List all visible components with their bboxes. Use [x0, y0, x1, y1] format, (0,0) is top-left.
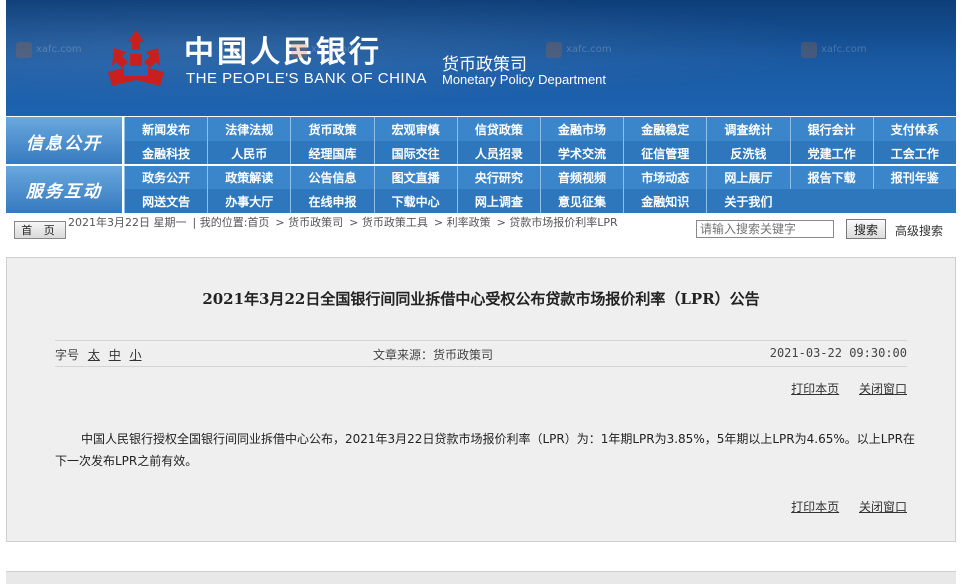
- nav-item-live[interactable]: 图文直播: [373, 165, 457, 189]
- watermark-logo: xafc.com: [291, 40, 357, 62]
- nav-item-credit-policy[interactable]: 信贷政策: [456, 117, 540, 141]
- article-title: 2021年3月22日全国银行间同业拆借中心受权公布贷款市场报价利率（LPR）公告: [202, 290, 760, 308]
- nav-item-payment-system[interactable]: 支付体系: [872, 117, 956, 141]
- watermark-icon: [546, 42, 562, 58]
- font-size-label: 字号: [55, 348, 80, 362]
- nav-item-credit-reference[interactable]: 征信管理: [623, 141, 706, 165]
- nav-item-market-dynamics[interactable]: 市场动态: [623, 165, 706, 189]
- home-button[interactable]: 首 页: [14, 221, 66, 239]
- nav-item-policy-interpretation[interactable]: 政策解读: [207, 165, 290, 189]
- divider: [55, 340, 907, 341]
- article-datetime: 2021-03-22 09:30:00: [769, 346, 907, 360]
- breadcrumb: 2021年3月22日 星期一 | 我的位置:首页 > 货币政策司 > 货币政策工具 > …: [68, 216, 618, 229]
- current-date: 2021年3月22日 星期一: [68, 216, 187, 229]
- nav-item-party-building[interactable]: 党建工作: [789, 141, 873, 165]
- article-body: 中国人民银行授权全国银行间同业拆借中心公布，2021年3月22日贷款市场报价利率…: [55, 432, 915, 468]
- nav-item-gov-affairs[interactable]: 政务公开: [124, 165, 207, 189]
- nav-item-financial-knowledge[interactable]: 金融知识: [623, 189, 706, 213]
- nav-item-international[interactable]: 国际交往: [373, 141, 457, 165]
- print-link[interactable]: 打印本页: [791, 382, 839, 396]
- pboc-emblem-icon[interactable]: [100, 28, 172, 92]
- watermark-text: xafc.com: [311, 44, 357, 55]
- footer-bar: [6, 571, 956, 584]
- nav-row-3: 政务公开 政策解读 公告信息 图文直播 央行研究 音频视频 市场动态 网上展厅 …: [124, 165, 956, 189]
- watermark-logo: xafc.com: [546, 40, 612, 62]
- nav-item-yearbook[interactable]: 报刊年鉴: [872, 165, 956, 189]
- search-input[interactable]: [696, 220, 834, 238]
- nav-item-treasury[interactable]: 经理国库: [290, 141, 373, 165]
- watermark-text: xafc.com: [566, 44, 612, 55]
- location-label[interactable]: 我的位置:首页: [200, 216, 270, 229]
- watermark-logo: xafc.com: [16, 40, 82, 62]
- nav-item-bank-accounting[interactable]: 银行会计: [789, 117, 873, 141]
- nav-item-statistics[interactable]: 调查统计: [706, 117, 789, 141]
- header-banner: 中国人民银行 THE PEOPLE'S BANK OF CHINA 货币政策司 …: [6, 0, 956, 116]
- nav-divider: [6, 164, 956, 166]
- article-actions-top: 打印本页 关闭窗口: [775, 380, 907, 397]
- nav-item-report-download[interactable]: 报告下载: [789, 165, 873, 189]
- watermark-logo: xafc.com: [801, 40, 867, 62]
- watermark-icon: [801, 42, 817, 58]
- nav-item-monetary-policy[interactable]: 货币政策: [290, 117, 373, 141]
- article-source: 文章来源：货币政策司: [373, 348, 494, 362]
- main-navigation: 信息公开 服务互动 新闻发布 法律法规 货币政策 宏观审慎 信贷政策 金融市场 …: [6, 117, 956, 213]
- nav-item-financial-market[interactable]: 金融市场: [539, 117, 623, 141]
- nav-item-union-work[interactable]: 工会工作: [872, 141, 956, 165]
- font-size-small[interactable]: 小: [130, 348, 142, 362]
- nav-item-anti-money-laundering[interactable]: 反洗钱: [706, 141, 789, 165]
- nav-item-fintech[interactable]: 金融科技: [124, 141, 207, 165]
- nav-item-online-notices[interactable]: 网送文告: [124, 189, 207, 213]
- article-actions-bottom: 打印本页 关闭窗口: [775, 498, 907, 515]
- advanced-search-link[interactable]: 高级搜索: [895, 222, 943, 239]
- nav-item-macro-prudential[interactable]: 宏观审慎: [373, 117, 457, 141]
- nav-item-recruitment[interactable]: 人员招录: [456, 141, 540, 165]
- article-panel: 2021年3月22日全国银行间同业拆借中心受权公布贷款市场报价利率（LPR）公告…: [6, 257, 956, 542]
- nav-category-info[interactable]: 信息公开: [6, 117, 124, 165]
- nav-item-online-survey[interactable]: 网上调查: [456, 189, 540, 213]
- nav-item-online-filing[interactable]: 在线申报: [290, 189, 373, 213]
- location-bar: 首 页 2021年3月22日 星期一 | 我的位置:首页 > 货币政策司 > 货币政策…: [6, 214, 956, 244]
- nav-item-laws[interactable]: 法律法规: [207, 117, 290, 141]
- nav-item-about-us[interactable]: 关于我们: [706, 189, 789, 213]
- bank-name-en: THE PEOPLE'S BANK OF CHINA: [186, 70, 427, 87]
- nav-item-download-center[interactable]: 下载中心: [373, 189, 457, 213]
- search-button[interactable]: 搜索: [846, 219, 886, 239]
- divider: [55, 366, 907, 367]
- font-size-controls: 字号 太 中 小: [55, 346, 142, 363]
- watermark-icon: [291, 42, 307, 58]
- nav-item-service-hall[interactable]: 办事大厅: [207, 189, 290, 213]
- breadcrumb-item[interactable]: 利率政策: [447, 216, 491, 229]
- nav-item-opinion-collection[interactable]: 意见征集: [539, 189, 623, 213]
- close-window-link[interactable]: 关闭窗口: [859, 382, 907, 396]
- watermark-text: xafc.com: [36, 44, 82, 55]
- breadcrumb-item[interactable]: 货币政策司: [288, 216, 343, 229]
- nav-item-research[interactable]: 央行研究: [456, 165, 540, 189]
- nav-item-academic[interactable]: 学术交流: [539, 141, 623, 165]
- nav-item-rmb[interactable]: 人民币: [207, 141, 290, 165]
- breadcrumb-item[interactable]: 货币政策工具: [362, 216, 428, 229]
- nav-item-online-exhibition[interactable]: 网上展厅: [706, 165, 789, 189]
- nav-row-2: 金融科技 人民币 经理国库 国际交往 人员招录 学术交流 征信管理 反洗钱 党建…: [124, 141, 956, 165]
- nav-item-financial-stability[interactable]: 金融稳定: [623, 117, 706, 141]
- department-name-en: Monetary Policy Department: [442, 72, 607, 87]
- watermark-icon: [16, 42, 32, 58]
- font-size-medium[interactable]: 中: [109, 348, 121, 362]
- breadcrumb-item[interactable]: 贷款市场报价利率LPR: [509, 216, 617, 229]
- nav-item-news-release[interactable]: 新闻发布: [124, 117, 207, 141]
- nav-item-audio-video[interactable]: 音频视频: [539, 165, 623, 189]
- print-link[interactable]: 打印本页: [791, 500, 839, 514]
- nav-item-announcements[interactable]: 公告信息: [290, 165, 373, 189]
- watermark-text: xafc.com: [821, 44, 867, 55]
- nav-row-1: 新闻发布 法律法规 货币政策 宏观审慎 信贷政策 金融市场 金融稳定 调查统计 …: [124, 117, 956, 141]
- nav-category-service[interactable]: 服务互动: [6, 165, 124, 213]
- nav-row-4: 网送文告 办事大厅 在线申报 下载中心 网上调查 意见征集 金融知识 关于我们: [124, 189, 956, 213]
- close-window-link[interactable]: 关闭窗口: [859, 500, 907, 514]
- font-size-large[interactable]: 太: [88, 348, 100, 362]
